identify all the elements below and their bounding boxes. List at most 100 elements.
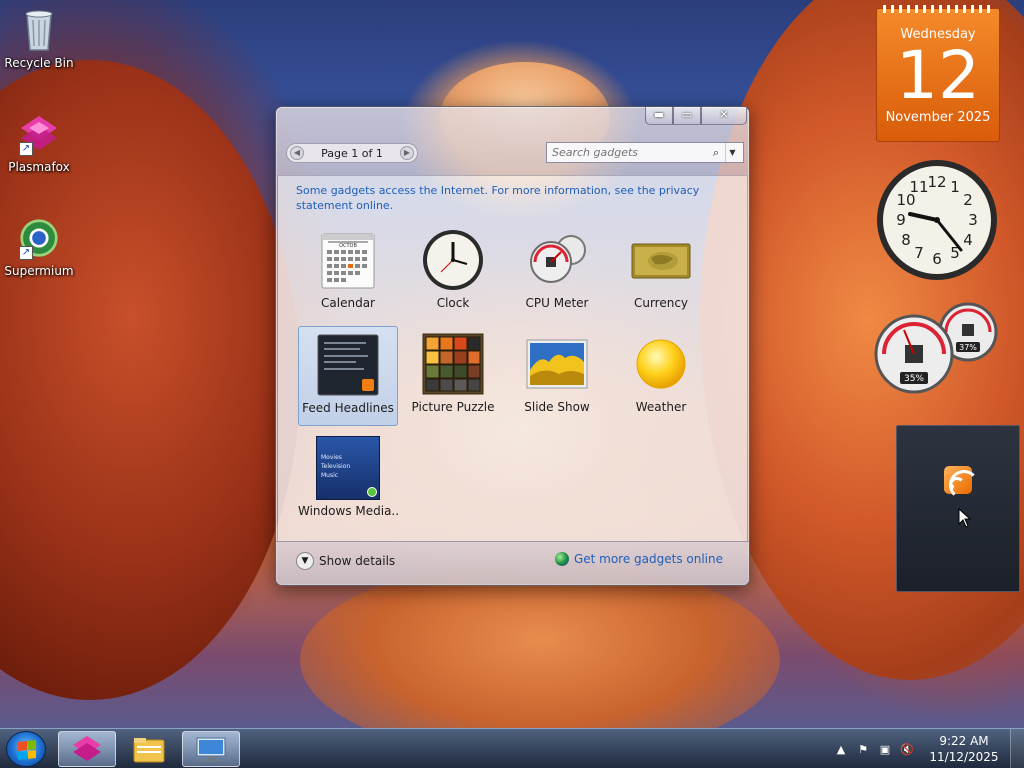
taskbar-button-file-explorer[interactable] xyxy=(120,731,178,767)
weather-icon xyxy=(629,332,693,396)
windows-media-center-icon: Movies Television Music xyxy=(316,436,380,500)
media-menu-item: Television xyxy=(321,463,351,470)
mouse-cursor-icon xyxy=(958,508,972,528)
media-start-badge xyxy=(367,487,377,497)
start-button[interactable] xyxy=(6,731,46,767)
gadget-name: Windows Media... xyxy=(298,504,398,518)
picture-puzzle-icon xyxy=(421,332,485,396)
currency-icon xyxy=(629,228,693,292)
clock-center xyxy=(934,217,940,223)
show-hidden-icons-button[interactable]: ▲ xyxy=(830,743,852,756)
gadget-name: CPU Meter xyxy=(525,296,589,310)
gadget-name: Clock xyxy=(436,296,470,310)
get-more-gadgets-label: Get more gadgets online xyxy=(573,552,723,566)
media-menu-list: Movies Television Music xyxy=(321,453,350,480)
clock-number: 8 xyxy=(901,231,911,249)
file-explorer-taskbar-icon xyxy=(133,738,165,763)
clock-number: 9 xyxy=(896,211,906,229)
windows-logo-icon xyxy=(18,740,36,760)
page-label: Page 1 of 1 xyxy=(321,146,383,160)
maximize-button[interactable]: ▭ xyxy=(673,107,701,125)
gallery-toolbar: ▬ ▭ ✕ ◀ Page 1 of 1 ▶ ⌕ ▼ xyxy=(276,107,749,175)
calendar-day: 12 xyxy=(896,37,980,114)
gadget-name: Slide Show xyxy=(524,400,590,414)
minimize-button[interactable]: ▬ xyxy=(645,107,673,125)
feed-headlines-gadget[interactable] xyxy=(896,425,1020,592)
next-page-button[interactable]: ▶ xyxy=(399,146,414,160)
gallery-footer: ▼ Show details Get more gadgets online xyxy=(276,541,749,585)
action-center-flag-icon[interactable]: ⚑ xyxy=(852,743,874,756)
gadget-name: Feed Headlines xyxy=(302,401,394,415)
chevron-left-icon: ◀ xyxy=(293,148,301,157)
close-icon: ✕ xyxy=(719,108,729,121)
previous-page-button[interactable]: ◀ xyxy=(290,146,304,160)
clock-number: 2 xyxy=(963,191,973,209)
slide-show-icon xyxy=(525,332,589,396)
desktop-icon-plasmafox[interactable]: ↗ Plasmafox xyxy=(1,112,77,174)
network-icon[interactable]: ▣ xyxy=(874,743,896,756)
get-more-gadgets-link[interactable]: Get more gadgets online xyxy=(554,552,723,566)
taskbar-button-plasmafox[interactable] xyxy=(58,731,116,767)
desktop-icon-label: Recycle Bin xyxy=(4,56,74,70)
plasmafox-taskbar-icon xyxy=(73,736,101,761)
gadget-clock[interactable]: Clock xyxy=(403,222,503,322)
desktop-icon-supermium[interactable]: ↗ Supermium xyxy=(1,216,77,278)
media-menu-item: Movies xyxy=(321,454,342,461)
search-dropdown-button[interactable]: ▼ xyxy=(725,143,739,162)
gadget-feed-headlines[interactable]: Feed Headlines xyxy=(298,326,398,426)
privacy-info-link[interactable]: Some gadgets access the Internet. For mo… xyxy=(296,183,716,213)
gadget-cpu-meter[interactable]: CPU Meter xyxy=(507,222,607,322)
page-navigator: ◀ Page 1 of 1 ▶ xyxy=(286,143,418,163)
clock-number: 6 xyxy=(932,250,942,268)
supermium-icon: ↗ xyxy=(19,216,59,260)
calendar-thumb-month: OCTOB xyxy=(339,243,357,249)
clock-gadget[interactable]: 12 1 2 3 4 5 6 7 8 9 10 11 xyxy=(875,158,999,282)
gadget-picture-puzzle[interactable]: Picture Puzzle xyxy=(403,326,503,426)
desktop-icon-label: Supermium xyxy=(4,264,74,278)
show-details-button[interactable]: ▼ Show details xyxy=(296,552,395,570)
gadget-weather[interactable]: Weather xyxy=(611,326,711,426)
search-icon[interactable]: ⌕ xyxy=(707,146,725,160)
clock-number: 11 xyxy=(909,178,928,196)
clock-time: 9:22 AM xyxy=(939,734,989,748)
window-controls: ▬ ▭ ✕ xyxy=(645,107,747,125)
calendar-icon: OCTOB xyxy=(316,228,380,292)
feed-headlines-icon xyxy=(316,333,380,397)
clock-number: 7 xyxy=(914,244,924,262)
gadget-currency[interactable]: Currency xyxy=(611,222,711,322)
system-tray: ▲ ⚑ ▣ 🔇 9:22 AM 11/12/2025 xyxy=(830,729,1024,768)
cpu-meter-gadget[interactable]: 37% 35% xyxy=(874,300,1000,396)
clock-number: 4 xyxy=(963,231,973,249)
rss-feed-icon xyxy=(944,466,979,500)
media-menu-item: Music xyxy=(321,472,339,479)
taskbar-button-gadgets[interactable] xyxy=(182,731,240,767)
gadget-name: Currency xyxy=(633,296,689,310)
calendar-month-year: November 2025 xyxy=(885,110,991,125)
gadget-slide-show[interactable]: Slide Show xyxy=(507,326,607,426)
shortcut-arrow-icon: ↗ xyxy=(19,246,33,260)
gadget-name: Weather xyxy=(635,400,687,414)
search-box: ⌕ ▼ xyxy=(546,142,744,163)
clock-date: 11/12/2025 xyxy=(929,750,999,764)
taskbar-clock[interactable]: 9:22 AM 11/12/2025 xyxy=(924,733,1004,765)
clock-number: 1 xyxy=(950,178,960,196)
close-button[interactable]: ✕ xyxy=(701,107,747,125)
chevron-down-icon: ▼ xyxy=(296,552,314,570)
plasmafox-icon: ↗ xyxy=(19,112,59,156)
shortcut-arrow-icon: ↗ xyxy=(19,142,33,156)
gadget-name: Calendar xyxy=(321,296,375,310)
calendar-rings xyxy=(883,5,993,13)
gadget-calendar[interactable]: OCTOB Calendar xyxy=(298,222,398,322)
volume-muted-icon[interactable]: 🔇 xyxy=(896,743,918,756)
clock-number: 3 xyxy=(968,211,978,229)
gadget-windows-media-center[interactable]: Movies Television Music Windows Media... xyxy=(298,430,398,530)
search-input[interactable] xyxy=(547,146,707,159)
cpu-meter-icon xyxy=(525,228,589,292)
calendar-gadget[interactable]: Wednesday 12 November 2025 xyxy=(876,5,1000,142)
cpu-percent: 35% xyxy=(904,374,924,384)
desktop-icon-recycle-bin[interactable]: Recycle Bin xyxy=(1,8,77,70)
remote-desktop-taskbar-icon xyxy=(196,737,226,762)
gadget-gallery-window: ▬ ▭ ✕ ◀ Page 1 of 1 ▶ ⌕ ▼ Some gadgets a… xyxy=(275,106,750,586)
clock-number: 12 xyxy=(927,173,946,191)
show-desktop-button[interactable] xyxy=(1010,729,1024,768)
